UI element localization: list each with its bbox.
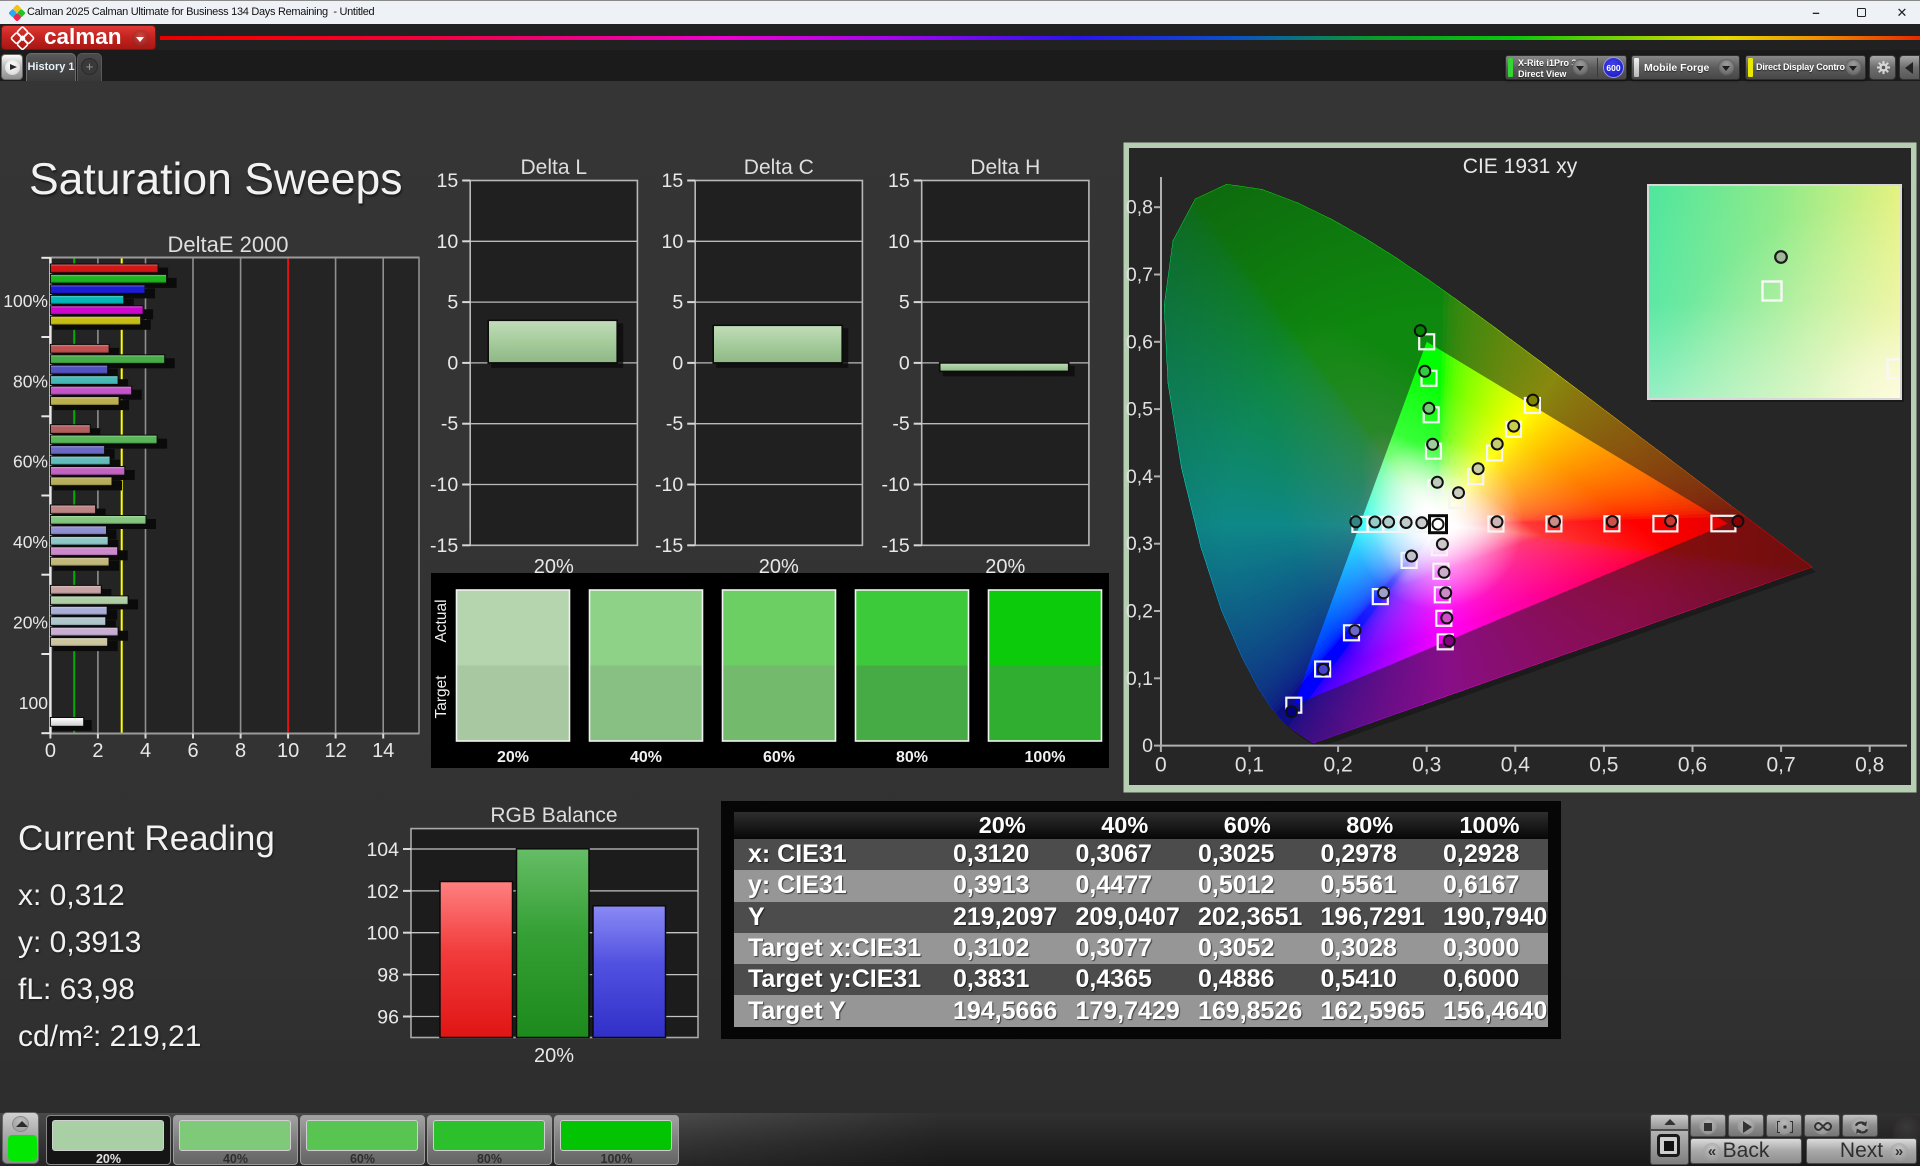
svg-text:CIE 1931 xy: CIE 1931 xy [1463,155,1578,178]
svg-text:0,2: 0,2 [1323,754,1352,777]
svg-text:0,8: 0,8 [1126,197,1153,219]
svg-text:0,8: 0,8 [1855,754,1884,777]
svg-text:0,2: 0,2 [1126,601,1153,623]
svg-text:0,3: 0,3 [1412,754,1441,777]
svg-text:0,6: 0,6 [1126,331,1153,353]
svg-text:0: 0 [1142,735,1153,757]
svg-text:0,6: 0,6 [1678,754,1707,777]
svg-text:0: 0 [1155,754,1167,777]
svg-text:0,1: 0,1 [1126,668,1153,690]
svg-text:0,4: 0,4 [1126,466,1153,488]
svg-text:0,1: 0,1 [1235,754,1264,777]
svg-text:0,7: 0,7 [1126,264,1153,286]
svg-text:0,3: 0,3 [1126,533,1153,555]
svg-text:0,4: 0,4 [1501,754,1531,777]
svg-text:0,5: 0,5 [1589,754,1618,777]
svg-text:0,7: 0,7 [1766,754,1795,777]
svg-text:0,5: 0,5 [1126,399,1153,421]
